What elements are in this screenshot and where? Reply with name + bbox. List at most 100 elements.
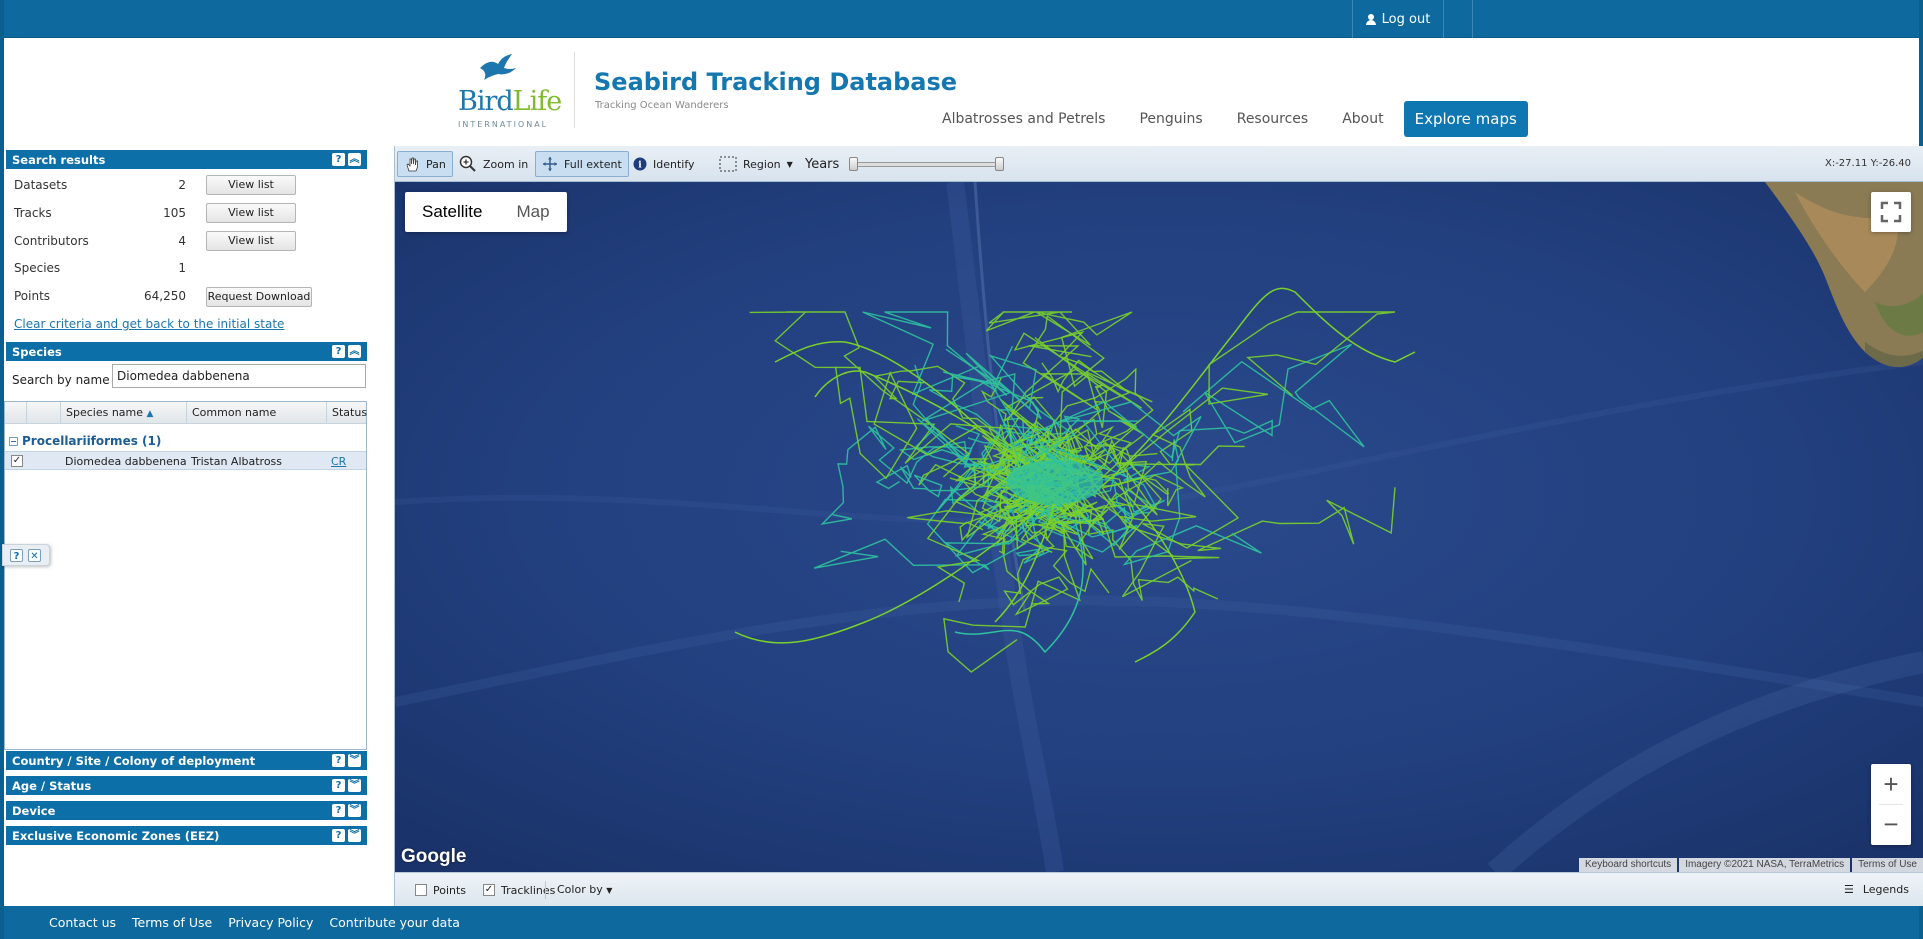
full-extent-button[interactable]: Full extent (535, 151, 629, 177)
years-slider-track[interactable] (851, 162, 1001, 167)
collapse-icon[interactable]: ︽ (348, 345, 361, 358)
help-icon[interactable]: ? (332, 829, 345, 842)
help-icon[interactable]: ? (332, 345, 345, 358)
eez-header[interactable]: Exclusive Economic Zones (EEZ) ? ︾ (6, 826, 367, 846)
help-icon[interactable]: ? (332, 804, 345, 817)
region-label: Region (743, 157, 781, 171)
expand-icon[interactable]: ︾ (348, 829, 361, 842)
main-nav: Albatrosses and Petrels Penguins Resourc… (942, 101, 1528, 137)
zoom-divider (1879, 804, 1903, 805)
map-bottom-bar: Points ✓ Tracklines Color by ▼ ☰ Legends (395, 872, 1923, 906)
age-status-header[interactable]: Age / Status ? ︾ (6, 776, 367, 796)
dropdown-arrow-icon: ▼ (606, 886, 613, 895)
zoom-control: + − (1871, 764, 1911, 845)
pan-tool-button[interactable]: Pan (397, 151, 453, 177)
grid-header: Species name ▲ Common name Status (5, 402, 367, 424)
color-by-label: Color by (557, 883, 603, 896)
fullscreen-button[interactable] (1871, 192, 1911, 232)
footer-contribute-link[interactable]: Contribute your data (329, 915, 459, 930)
tracklines-label: Tracklines (501, 884, 556, 897)
device-header[interactable]: Device ? ︾ (6, 801, 367, 821)
logout-button[interactable]: Log out (1352, 0, 1444, 38)
nav-about[interactable]: About (1342, 111, 1383, 127)
hand-icon (406, 157, 418, 172)
color-by-dropdown[interactable]: Color by ▼ (557, 883, 612, 896)
collapse-icon[interactable]: ︽ (348, 153, 361, 166)
zoom-in-tool-button[interactable]: Zoom in (453, 151, 534, 177)
zoom-in-button[interactable]: + (1871, 764, 1911, 804)
nav-resources[interactable]: Resources (1237, 111, 1309, 127)
header-divider (574, 52, 575, 128)
site-title[interactable]: Seabird Tracking Database (594, 68, 957, 96)
zoom-in-icon (459, 155, 476, 172)
help-icon[interactable]: ? (10, 549, 23, 562)
tracklines-checkbox[interactable]: ✓ (483, 884, 495, 896)
tracklines-layer (734, 287, 1416, 673)
region-tool-button[interactable]: Region ▼ (713, 151, 799, 177)
species-header[interactable]: Species ? ︽ (6, 342, 367, 362)
grid-col-common[interactable]: Common name (187, 402, 327, 424)
logo-international: INTERNATIONAL (458, 120, 549, 129)
identify-tool-button[interactable]: i Identify (627, 151, 701, 177)
search-results-header[interactable]: Search results ? ︽ (6, 150, 367, 170)
close-icon[interactable]: ✕ (28, 549, 41, 562)
collapse-group-icon[interactable]: − (9, 437, 18, 446)
species-search-input[interactable]: Diomedea dabbenena (112, 364, 366, 388)
full-extent-label: Full extent (564, 157, 622, 171)
species-row[interactable]: ✓ Diomedea dabbenena Tristan Albatross C… (5, 451, 366, 470)
expand-icon[interactable]: ︾ (348, 779, 361, 792)
contributors-view-list-button[interactable]: View list (206, 231, 296, 251)
zoom-out-button[interactable]: − (1871, 804, 1911, 844)
map-button[interactable]: Map (499, 192, 566, 232)
footer-terms-link[interactable]: Terms of Use (132, 915, 212, 930)
years-label: Years (805, 156, 840, 172)
points-count: 64,250 (144, 289, 186, 303)
datasets-view-list-button[interactable]: View list (206, 175, 296, 195)
request-download-button[interactable]: Request Download (206, 287, 312, 307)
map-toolbar: Pan Zoom in Full extent i Identify Regio… (395, 146, 1923, 182)
species-name-header: Species name (66, 406, 144, 419)
site-subtitle: Tracking Ocean Wanderers (595, 100, 729, 111)
points-checkbox[interactable] (415, 884, 427, 896)
birdlife-logo[interactable]: BirdLife INTERNATIONAL (452, 52, 562, 129)
map-canvas[interactable]: Satellite Map + − Google Keyboard shortc… (395, 182, 1923, 872)
help-icon[interactable]: ? (332, 153, 345, 166)
nav-albatrosses[interactable]: Albatrosses and Petrels (942, 111, 1105, 127)
tracks-view-list-button[interactable]: View list (206, 203, 296, 223)
footer-privacy-link[interactable]: Privacy Policy (228, 915, 313, 930)
map-terms-link[interactable]: Terms of Use (1852, 858, 1923, 872)
row-species-name: Diomedea dabbenena (65, 455, 187, 468)
map-type-control: Satellite Map (405, 192, 567, 232)
expand-icon[interactable]: ︾ (348, 804, 361, 817)
row-status-link[interactable]: CR (331, 455, 346, 468)
years-slider-end-handle[interactable] (995, 157, 1004, 171)
expand-icon[interactable]: ︾ (348, 754, 361, 767)
dropdown-arrow-icon: ▼ (786, 159, 793, 169)
row-common-name: Tristan Albatross (191, 455, 283, 468)
pan-label: Pan (426, 157, 446, 171)
fullscreen-icon (1880, 201, 1902, 223)
user-icon (1365, 13, 1376, 25)
help-icon[interactable]: ? (332, 754, 345, 767)
explore-maps-button[interactable]: Explore maps (1403, 101, 1528, 137)
nav-penguins[interactable]: Penguins (1139, 111, 1202, 127)
keyboard-shortcuts-link[interactable]: Keyboard shortcuts (1579, 858, 1678, 872)
legends-button[interactable]: ☰ Legends (1844, 883, 1909, 896)
help-icon[interactable]: ? (332, 779, 345, 792)
satellite-button[interactable]: Satellite (405, 192, 499, 232)
group-procellariiformes[interactable]: − Procellariiformes (1) (9, 434, 161, 448)
site-footer: Contact us Terms of Use Privacy Policy C… (4, 906, 1919, 939)
grid-col-status[interactable]: Status (327, 402, 367, 424)
grid-col-species[interactable]: Species name ▲ (61, 402, 187, 424)
datasets-label: Datasets (14, 178, 68, 192)
clear-criteria-link[interactable]: Clear criteria and get back to the initi… (14, 317, 284, 331)
country-site-header[interactable]: Country / Site / Colony of deployment ? ︾ (6, 751, 367, 771)
colony-cluster (1007, 460, 1103, 504)
app-root: Log out BirdLife INTERNATIONAL Seabird T… (0, 0, 1923, 939)
years-slider-start-handle[interactable] (849, 157, 858, 171)
grid-col-check (5, 402, 27, 424)
bird-logo-icon (480, 54, 516, 80)
points-label: Points (14, 289, 51, 303)
footer-contact-link[interactable]: Contact us (49, 915, 116, 930)
species-row-checkbox[interactable]: ✓ (11, 455, 23, 467)
